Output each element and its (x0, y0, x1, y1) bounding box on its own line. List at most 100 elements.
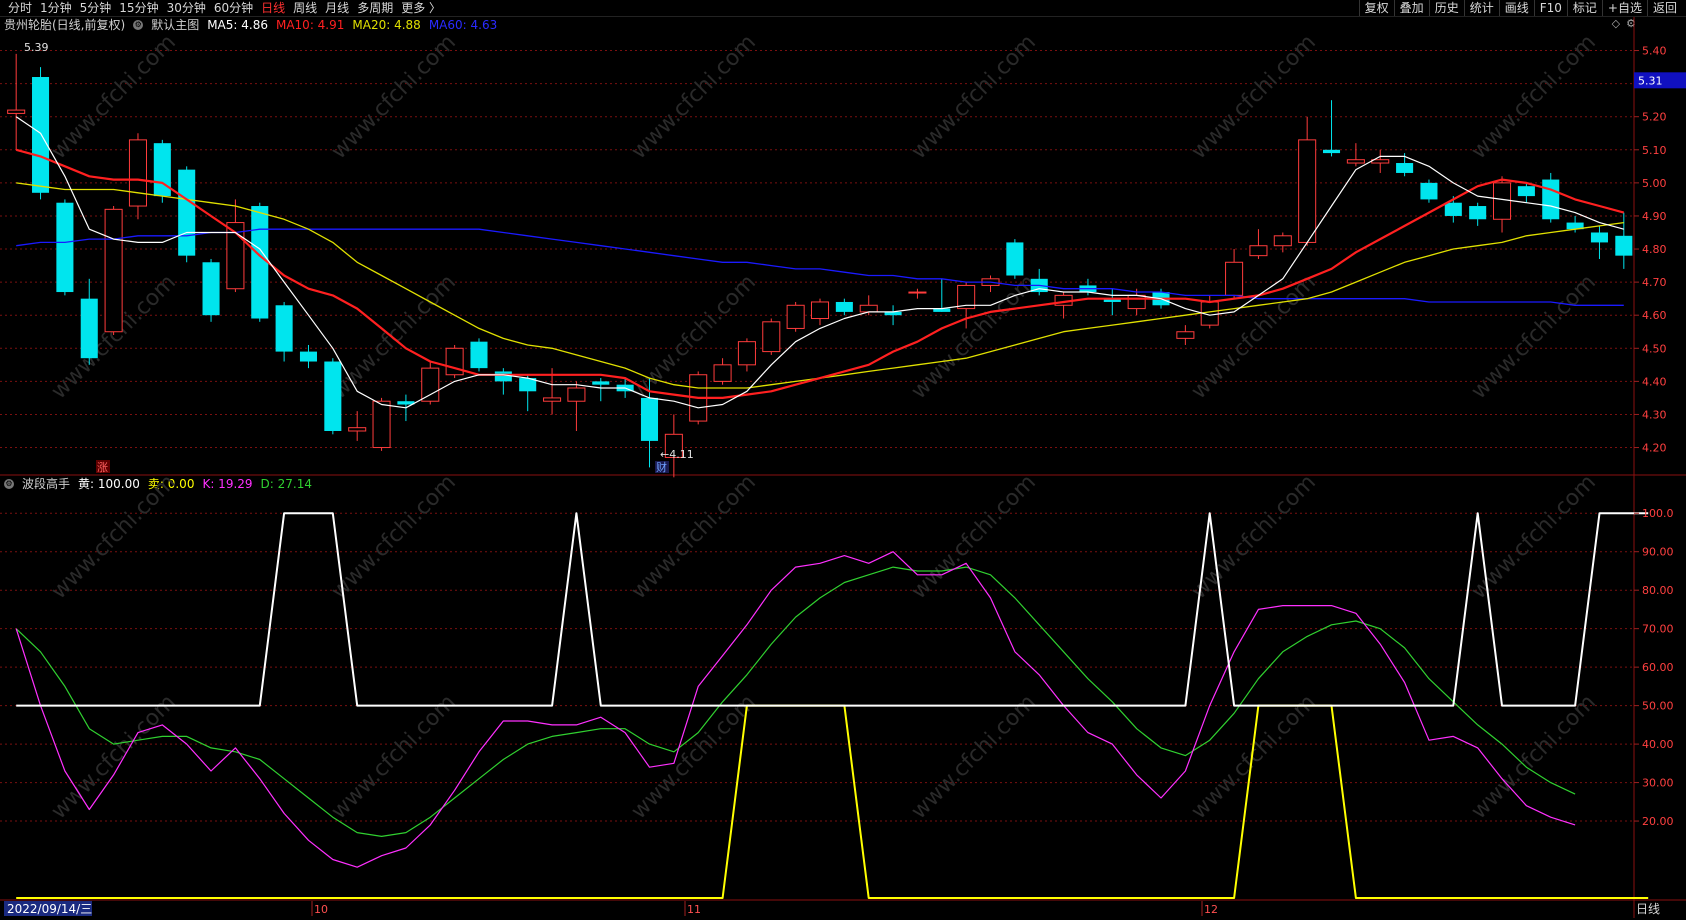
grid-lines (0, 17, 1686, 918)
candle-body-down (1152, 292, 1170, 306)
ma10-label: MA10: 4.91 (275, 18, 345, 32)
price-tick-label: 5.10 (1642, 144, 1667, 157)
indicator-legend: ⚙ 波段高手 黄: 100.00 卖: 0.00 K: 19.29 D: 27.… (4, 477, 312, 491)
current-price-box (1634, 72, 1686, 89)
candle-body-up (1176, 331, 1195, 339)
k-label: K: 19.29 (202, 477, 253, 491)
tool-button-6[interactable]: 标记 (1566, 0, 1602, 16)
tool-button-0[interactable]: 复权 (1358, 0, 1394, 16)
candle-body-up (1346, 159, 1365, 164)
candle-body-up (1493, 182, 1512, 220)
month-label-10: 10 (314, 903, 328, 916)
candle-body-down (470, 341, 488, 369)
watermark-text: www.cfchi.com (627, 30, 761, 164)
candle-body-up (713, 364, 732, 382)
tool-button-3[interactable]: 统计 (1463, 0, 1499, 16)
candle-body-down (1420, 182, 1438, 200)
period-tab-10[interactable]: 更多 〉 (397, 0, 445, 16)
candle-body-up (737, 341, 756, 366)
price-tick-label: 5.00 (1642, 177, 1667, 190)
period-tab-4[interactable]: 30分钟 (163, 0, 210, 16)
chart-settings-icon[interactable]: ⚙ (133, 20, 144, 30)
tool-button-7[interactable]: +自选 (1601, 0, 1647, 16)
watermark-text: www.cfchi.com (327, 690, 461, 824)
watermarks: www.cfchi.com www.cfchi.com www.cfchi.com w… (47, 30, 1601, 824)
ma10-line (15, 148, 1625, 399)
tool-button-1[interactable]: 叠加 (1393, 0, 1429, 16)
candle-body-up (128, 139, 147, 207)
ma60-label: MA60: 4.63 (428, 18, 498, 32)
period-tab-0[interactable]: 分时 (4, 0, 36, 16)
period-tab-9[interactable]: 多周期 (353, 0, 397, 16)
period-tabs: 分时 1分钟 5分钟 15分钟 30分钟 60分钟 日线 周线 月线 多周期 更多 〉 (4, 0, 445, 16)
tool-button-8[interactable]: 返回 (1646, 0, 1682, 16)
candle-body-down (80, 298, 98, 359)
candle-body-down (1590, 232, 1608, 243)
candle-body-up (226, 222, 245, 290)
candle-body-down (1469, 206, 1487, 220)
indicator-title[interactable]: 波段高手 (22, 477, 70, 491)
main-chart-name[interactable]: 默认主图 (151, 18, 199, 32)
price-tick-label: 5.30 (1642, 78, 1667, 91)
candle-body-down (178, 169, 196, 256)
watermark-text: www.cfchi.com (1187, 270, 1321, 404)
candle-body-up (957, 284, 976, 310)
indicator-settings-icon[interactable]: ⚙ (4, 479, 14, 489)
d-label: D: 27.14 (260, 477, 312, 491)
period-tab-5[interactable]: 60分钟 (210, 0, 257, 16)
candle-body-down (519, 378, 537, 392)
candle-body-down (32, 77, 50, 193)
candle-body-down (1615, 235, 1633, 256)
tool-button-5[interactable]: F10 (1533, 0, 1567, 16)
month-label-11: 11 (687, 903, 701, 916)
candlesticks (7, 53, 1633, 478)
candle-body-down (835, 301, 853, 312)
mai-label: 卖: 0.00 (147, 477, 195, 491)
watermark-text: www.cfchi.com (1467, 270, 1601, 404)
stock-title[interactable]: 贵州轮胎(日线,前复权) (4, 18, 125, 32)
period-tab-7[interactable]: 周线 (289, 0, 321, 16)
period-tab-1[interactable]: 1分钟 (36, 0, 76, 16)
ma-lines (15, 116, 1625, 409)
time-axis: 2022/09/14/三 10 11 12 日线 (4, 901, 1660, 916)
indicator-tick-label: 100.0 (1642, 507, 1674, 520)
price-tick-label: 4.80 (1642, 243, 1667, 256)
candle-body-up (859, 304, 878, 313)
candle-body-down (1030, 278, 1048, 293)
period-tab-8[interactable]: 月线 (321, 0, 353, 16)
candle-body-up (689, 374, 708, 422)
candle-body-down (1444, 202, 1462, 216)
candle-body-up (567, 387, 586, 402)
tool-button-2[interactable]: 历史 (1428, 0, 1464, 16)
candle-body-down (397, 401, 415, 405)
candle-body-up (908, 291, 927, 294)
period-label[interactable]: 日线 (1636, 902, 1660, 916)
candle-body-up (421, 367, 440, 402)
candle-body-up (104, 208, 123, 333)
candle-body-down (1517, 186, 1535, 197)
period-tab-6[interactable]: 日线 (257, 0, 289, 16)
tool-button-4[interactable]: 画线 (1498, 0, 1534, 16)
candle-body-down (275, 305, 293, 352)
candle-body-down (1103, 298, 1121, 302)
indicator-tick-label: 80.00 (1642, 584, 1674, 597)
zhang-marker[interactable]: 涨 (97, 461, 108, 474)
price-tick-label: 4.70 (1642, 276, 1667, 289)
watermark-text: www.cfchi.com (627, 690, 761, 824)
indicator-tick-label: 50.00 (1642, 700, 1674, 713)
watermark-text: www.cfchi.com (47, 30, 181, 164)
watermark-text: www.cfchi.com (1187, 30, 1321, 164)
diamond-icon[interactable]: ◇ (1612, 17, 1620, 30)
indicator-tick-label: 60.00 (1642, 661, 1674, 674)
cai-marker[interactable]: 财 (656, 460, 667, 474)
kline-chart: www.cfchi.com www.cfchi.com www.cfchi.com w… (0, 17, 1686, 918)
watermark-text: www.cfchi.com (1467, 470, 1601, 604)
candle-body-up (7, 109, 26, 114)
indicator-tick-label: 70.00 (1642, 623, 1674, 636)
gear-icon[interactable]: ⚙ (1626, 17, 1636, 30)
indicator-lines (15, 512, 1649, 899)
period-tab-3[interactable]: 15分钟 (115, 0, 162, 16)
candle-body-down (616, 384, 634, 392)
candle-body-up (445, 347, 464, 376)
period-tab-2[interactable]: 5分钟 (76, 0, 116, 16)
